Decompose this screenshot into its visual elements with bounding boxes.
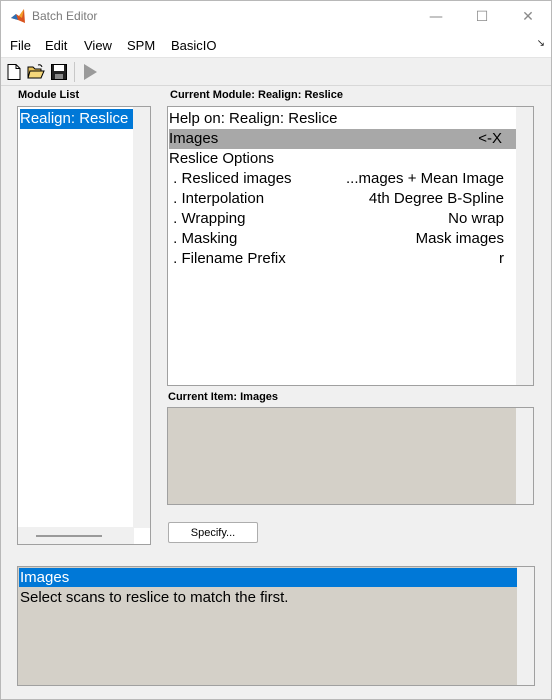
row-value: ...mages + Mean Image bbox=[346, 170, 504, 187]
row-value: 4th Degree B-Spline bbox=[368, 190, 504, 207]
module-row-filename-prefix[interactable]: . Filename Prefix r bbox=[169, 249, 516, 269]
scrollbar-thumb[interactable] bbox=[36, 535, 102, 537]
row-value: <-X bbox=[478, 130, 502, 147]
toolbar-separator bbox=[74, 62, 75, 82]
batch-editor-window: Batch Editor — ☐ ✕ File Edit View SPM Ba… bbox=[0, 0, 552, 700]
matlab-icon bbox=[11, 9, 25, 23]
menu-spm[interactable]: SPM bbox=[127, 38, 155, 53]
row-label: . Wrapping bbox=[169, 210, 246, 227]
module-list-label: Module List bbox=[18, 89, 80, 101]
current-item-scrollbar[interactable] bbox=[516, 408, 533, 504]
row-label: Reslice Options bbox=[169, 150, 275, 167]
module-row-help[interactable]: Help on: Realign: Reslice bbox=[169, 109, 516, 129]
minimize-button[interactable]: — bbox=[413, 1, 459, 32]
help-title: Images bbox=[19, 568, 517, 587]
menu-view[interactable]: View bbox=[84, 38, 112, 53]
help-panel[interactable]: Images Select scans to reslice to match … bbox=[17, 566, 535, 686]
current-module-label: Current Module: Realign: Reslice bbox=[170, 89, 343, 101]
toolbar bbox=[1, 58, 551, 86]
maximize-button[interactable]: ☐ bbox=[459, 1, 505, 32]
menu-bar: File Edit View SPM BasicIO ↘ bbox=[1, 32, 551, 58]
title-bar: Batch Editor — ☐ ✕ bbox=[1, 1, 551, 32]
menu-edit[interactable]: Edit bbox=[45, 38, 67, 53]
current-module-scrollbar[interactable] bbox=[516, 107, 533, 385]
module-row-reslice-options[interactable]: Reslice Options bbox=[169, 149, 516, 169]
module-row-resliced-images[interactable]: . Resliced images ...mages + Mean Image bbox=[169, 169, 516, 189]
module-row-masking[interactable]: . Masking Mask images bbox=[169, 229, 516, 249]
help-text: Select scans to reslice to match the fir… bbox=[20, 589, 289, 606]
row-label: Help on: Realign: Reslice bbox=[169, 110, 338, 127]
run-icon[interactable] bbox=[81, 63, 99, 81]
row-value: Mask images bbox=[415, 230, 504, 247]
current-item-label: Current Item: Images bbox=[168, 391, 279, 403]
module-list[interactable]: Realign: Reslice bbox=[17, 106, 151, 545]
close-button[interactable]: ✕ bbox=[505, 1, 551, 32]
module-row-images[interactable]: Images <-X bbox=[169, 129, 516, 149]
current-module-list[interactable]: Help on: Realign: Reslice Images <-X Res… bbox=[167, 106, 534, 386]
module-row-wrapping[interactable]: . Wrapping No wrap bbox=[169, 209, 516, 229]
row-value: r bbox=[499, 250, 504, 267]
menu-dock-icon[interactable]: ↘ bbox=[537, 38, 545, 49]
menu-file[interactable]: File bbox=[10, 38, 31, 53]
row-label: . Interpolation bbox=[169, 190, 265, 207]
row-value: No wrap bbox=[448, 210, 504, 227]
row-label: . Filename Prefix bbox=[169, 250, 286, 267]
current-item-list[interactable] bbox=[167, 407, 534, 505]
save-icon[interactable] bbox=[50, 63, 68, 81]
row-label: . Resliced images bbox=[169, 170, 292, 187]
row-label: Images bbox=[169, 130, 219, 147]
help-scrollbar[interactable] bbox=[517, 567, 534, 685]
specify-button[interactable]: Specify... bbox=[168, 522, 258, 543]
module-list-vertical-scrollbar[interactable] bbox=[133, 107, 150, 528]
menu-basicio[interactable]: BasicIO bbox=[171, 38, 217, 53]
module-list-horizontal-scrollbar[interactable] bbox=[18, 527, 134, 544]
row-label: . Masking bbox=[169, 230, 238, 247]
new-file-icon[interactable] bbox=[5, 63, 23, 81]
window-title: Batch Editor bbox=[32, 9, 98, 23]
module-row-interpolation[interactable]: . Interpolation 4th Degree B-Spline bbox=[169, 189, 516, 209]
open-folder-icon[interactable] bbox=[27, 63, 45, 81]
module-list-item[interactable]: Realign: Reslice bbox=[20, 109, 133, 129]
